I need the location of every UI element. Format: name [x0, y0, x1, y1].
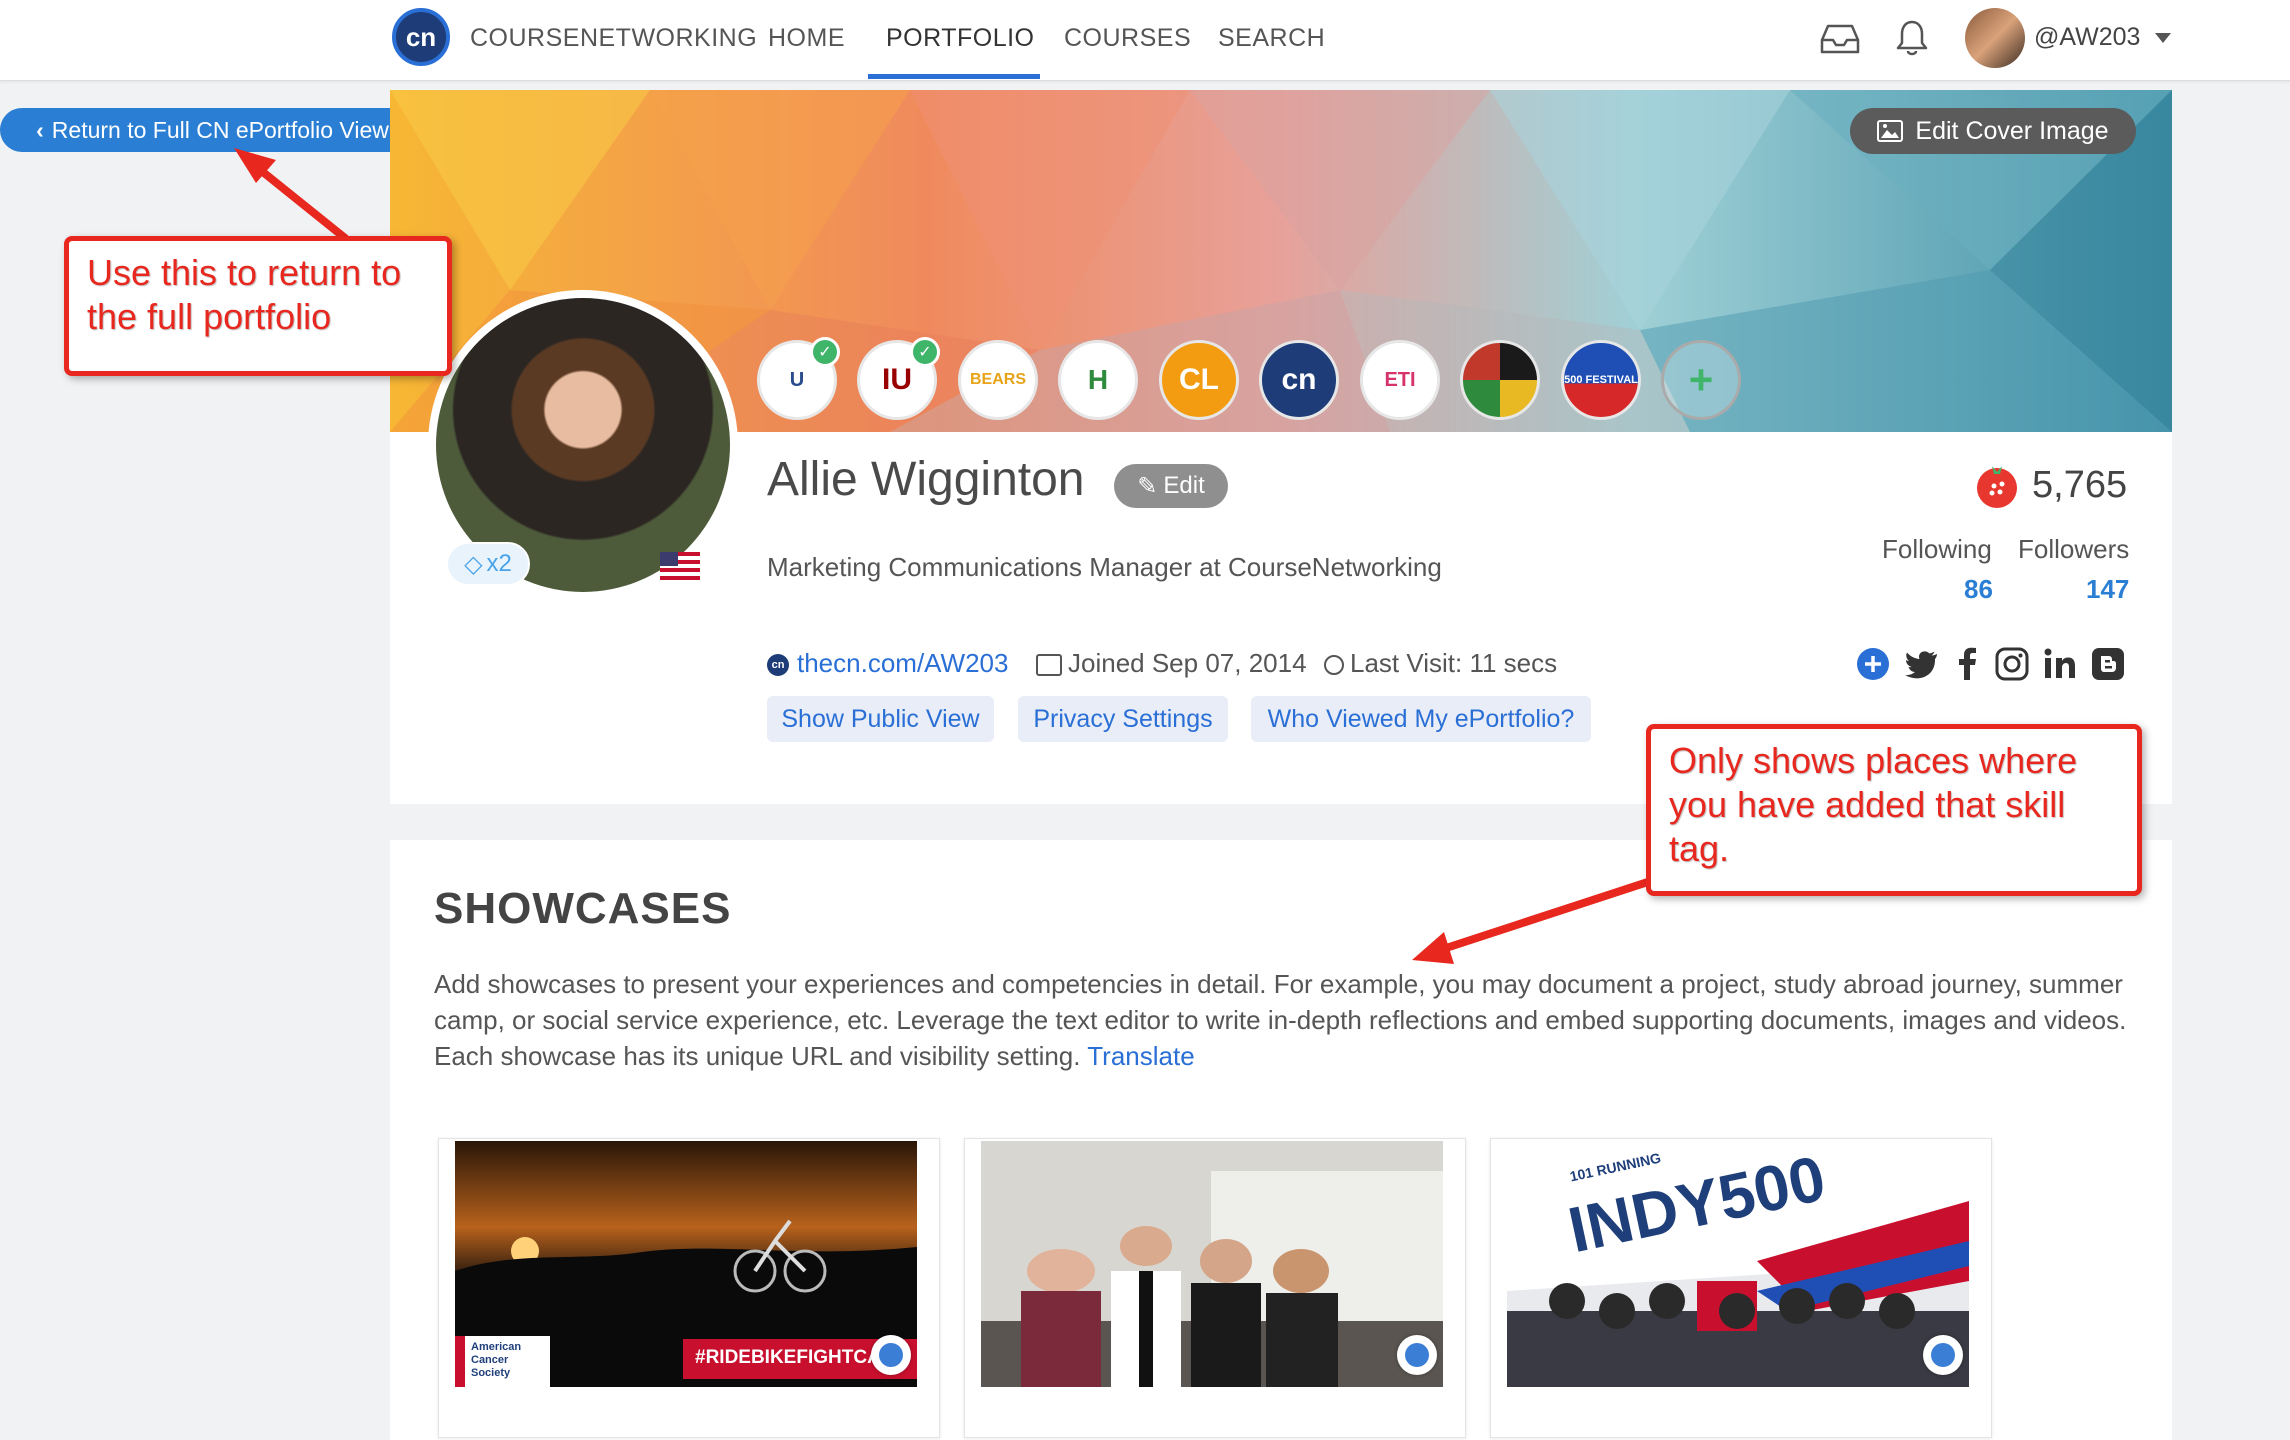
arrow-to-showcases: [1412, 874, 1664, 964]
annotation-arrows: [234, 148, 1664, 964]
callout-return-note: Use this to return to the full portfolio: [64, 236, 452, 376]
callout-skill-note: Only shows places where you have added t…: [1646, 724, 2142, 896]
arrow-to-return-button: [234, 148, 349, 242]
